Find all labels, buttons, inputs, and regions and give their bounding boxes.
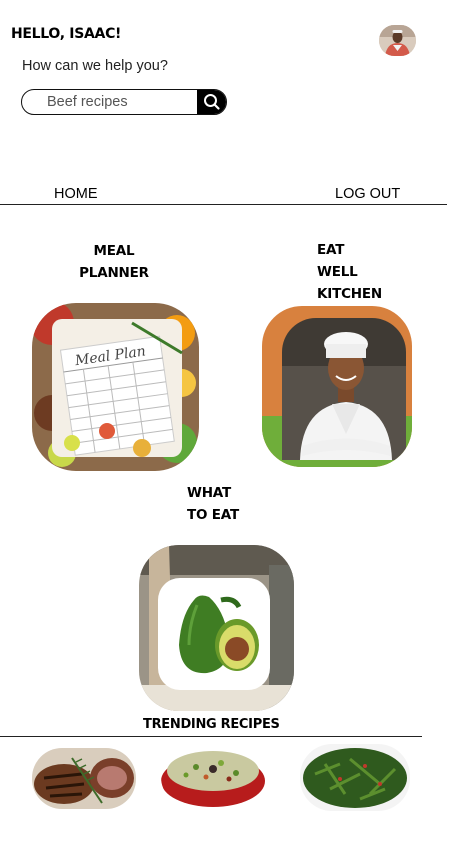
meal-planner-title: MEAL PLANNER: [79, 243, 149, 281]
trending-recipe-steak[interactable]: [32, 748, 136, 809]
search-icon: [203, 94, 220, 110]
meal-planner-card[interactable]: Meal Plan: [32, 303, 199, 471]
trending-recipe-greens[interactable]: [300, 744, 410, 811]
help-text: How can we help you?: [22, 58, 168, 74]
trending-divider: [0, 736, 422, 737]
eat-well-kitchen-title: EAT WELL KITCHEN: [317, 242, 383, 302]
search-button[interactable]: [197, 90, 226, 114]
search-bar: [21, 89, 227, 115]
what-to-eat-title: WHAT TO EAT: [187, 485, 240, 523]
greeting: HELLO, ISAAC!: [11, 26, 122, 42]
avatar[interactable]: [379, 25, 416, 56]
search-input[interactable]: [22, 90, 197, 114]
eat-well-kitchen-card[interactable]: [262, 306, 412, 467]
trending-recipe-rice[interactable]: [161, 747, 266, 807]
nav-home[interactable]: HOME: [54, 186, 98, 202]
trending-recipes-title: TRENDING RECIPES: [143, 717, 280, 732]
nav-logout[interactable]: LOG OUT: [335, 186, 400, 202]
what-to-eat-card[interactable]: [139, 545, 294, 711]
nav-divider: [0, 204, 447, 205]
